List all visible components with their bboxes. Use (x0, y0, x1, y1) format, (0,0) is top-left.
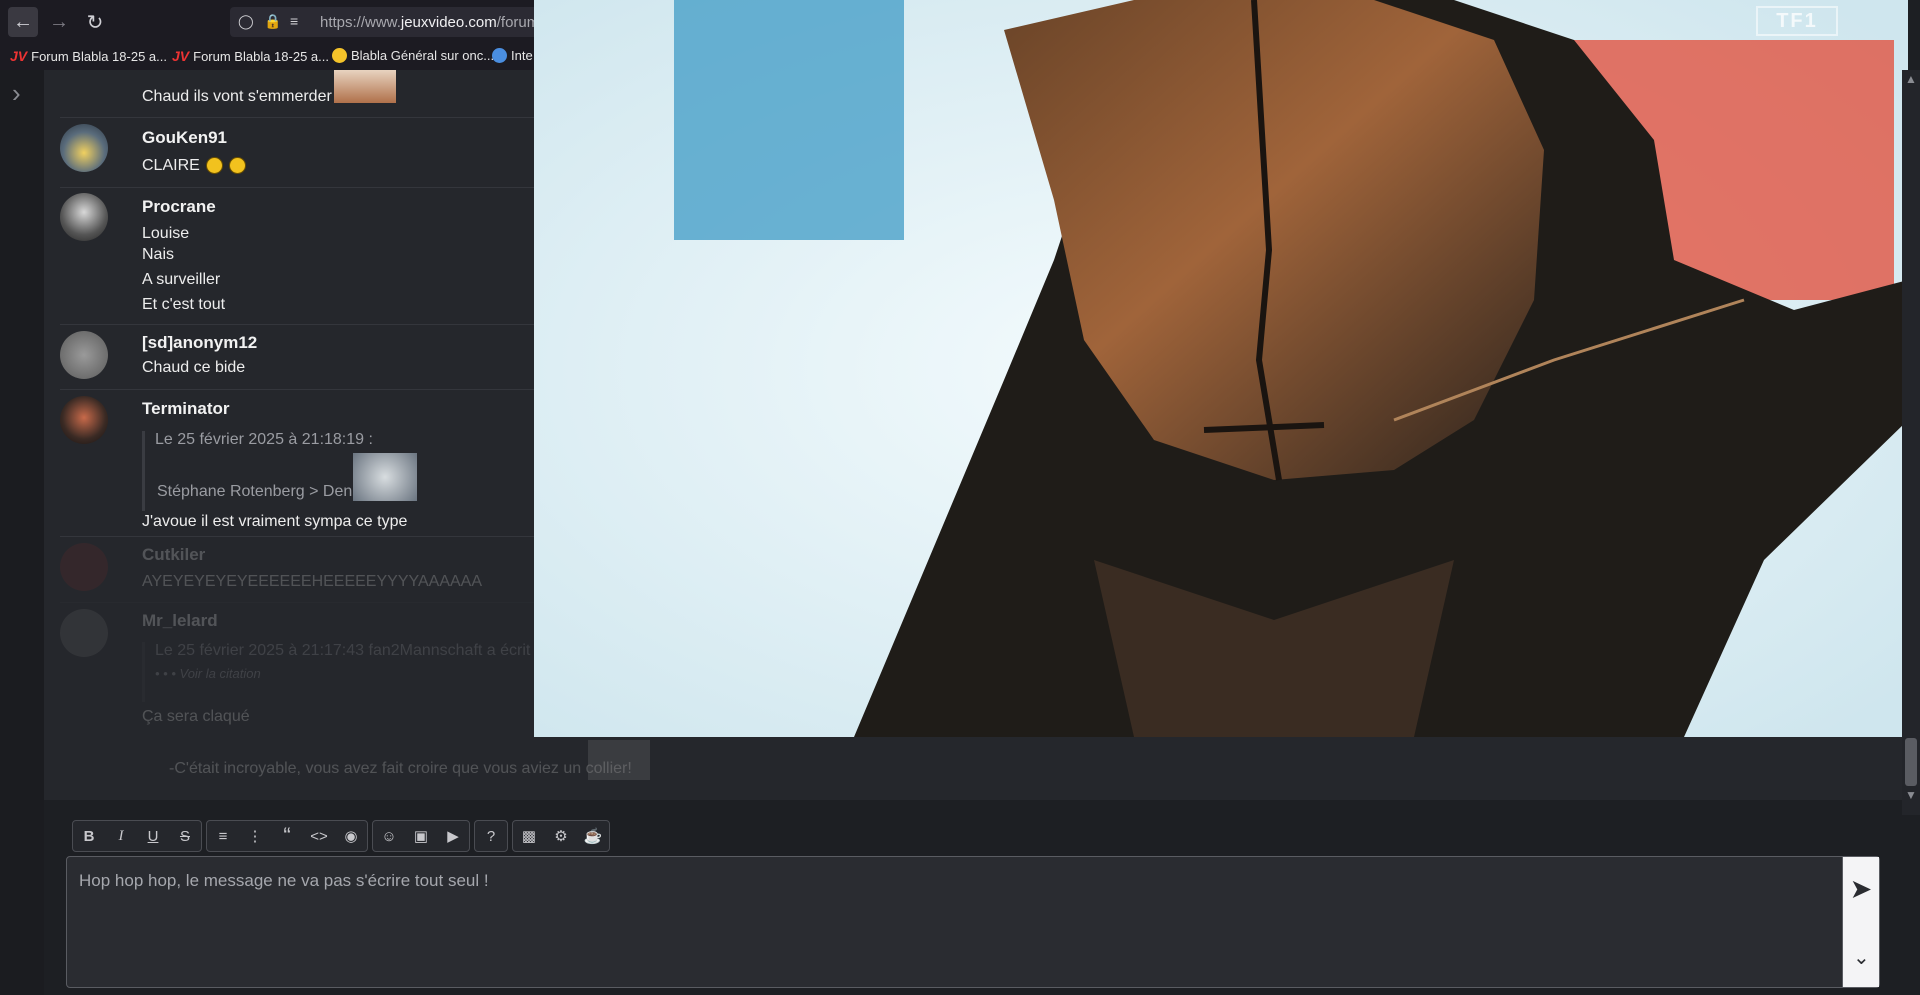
video-frame-image (534, 0, 1908, 737)
image-icon[interactable]: ▣ (405, 821, 437, 851)
avatar[interactable] (60, 396, 108, 444)
bookmark-label: Blabla Général sur onc... (351, 48, 495, 63)
help-group: ? (474, 820, 508, 852)
send-column: ➤ ⌄ (1842, 857, 1879, 987)
angry-emoji-icon (228, 157, 246, 175)
quote-link-text: Voir la citation (179, 666, 261, 681)
message-author[interactable]: GouKen91 (142, 128, 227, 148)
bullet-list-icon[interactable]: ≡ (207, 821, 239, 851)
message-line: Ça sera claqué (142, 708, 250, 725)
reload-icon: ↻ (86, 11, 104, 34)
message-author[interactable]: Cutkiler (142, 545, 205, 565)
message-author[interactable]: Terminator (142, 399, 230, 419)
send-icon[interactable]: ➤ (1851, 875, 1871, 904)
scrollbar-thumb[interactable] (1905, 738, 1917, 786)
chevron-down-icon[interactable]: ⌄ (1853, 945, 1870, 970)
side-rail: › (0, 70, 45, 995)
help-button[interactable]: ? (475, 821, 507, 851)
message-line: Louise (142, 225, 190, 242)
globe-icon (492, 48, 507, 63)
avatar[interactable] (60, 193, 108, 241)
jv-logo-icon: JV (172, 48, 190, 64)
spoiler-icon[interactable]: ◉ (335, 821, 367, 851)
url-text[interactable]: https://www.jeuxvideo.com/forums (320, 14, 547, 31)
caret-down-icon[interactable]: ▼ (1905, 788, 1917, 802)
arrow-left-icon: ← (13, 10, 33, 33)
bookmark-label: Forum Blabla 18-25 a... (31, 48, 167, 64)
editor-toolbar: B I U S ≡ ⋮ “ <> ◉ ☺ ▣ ▶ ? ▩ ⚙ ☕ (72, 820, 610, 852)
gear-icon[interactable]: ⚙ (545, 821, 577, 851)
chevron-right-icon[interactable]: › (12, 78, 21, 109)
message-line: CLAIRE (142, 157, 246, 175)
format-group: B I U S (72, 820, 202, 852)
shield-icon[interactable]: ◯ (238, 13, 254, 30)
italic-button[interactable]: I (105, 821, 137, 851)
numbered-list-icon[interactable]: ⋮ (239, 821, 271, 851)
quote-image (353, 453, 417, 501)
signature-image (588, 740, 650, 780)
forward-button[interactable]: → (44, 7, 74, 37)
message-author[interactable]: [sd]anonym12 (142, 333, 257, 353)
caret-up-icon[interactable]: ▲ (1905, 72, 1917, 86)
bookmark-item[interactable]: Inte (492, 48, 533, 63)
sticker-image (334, 70, 396, 103)
strikethrough-button[interactable]: S (169, 821, 201, 851)
message-line: Chaud ce bide (142, 359, 246, 376)
message-text: CLAIRE (142, 157, 200, 174)
browser-toolbar: ← → ↻ ◯ 🔒 ≡ https://www.jeuxvideo.com/fo… (0, 0, 547, 42)
arrow-right-icon: → (49, 10, 69, 33)
block-group: ≡ ⋮ “ <> ◉ (206, 820, 368, 852)
code-icon[interactable]: <> (303, 821, 335, 851)
bookmark-item[interactable]: Blabla Général sur onc... (332, 48, 494, 63)
quote-block: Le 25 février 2025 à 21:18:19 : Stéphane… (142, 431, 435, 511)
bookmark-item[interactable]: JV Forum Blabla 18-25 a... (172, 48, 329, 64)
message-signature: -C'était incroyable, vous avez fait croi… (169, 760, 632, 777)
angry-emoji-icon (205, 157, 223, 175)
back-button[interactable]: ← (8, 7, 38, 37)
reload-button[interactable]: ↻ (80, 7, 110, 37)
message-line: Et c'est tout (142, 296, 226, 313)
message-line: Nais (142, 246, 175, 263)
jv-logo-icon: JV (10, 48, 28, 64)
video-icon[interactable]: ▶ (437, 821, 469, 851)
url-domain: jeuxvideo.com (400, 14, 497, 31)
avatar[interactable] (60, 609, 108, 657)
coffee-icon[interactable]: ☕ (577, 821, 609, 851)
message-line: J'avoue il est vraiment sympa ce type (142, 513, 408, 530)
url-prefix: https://www. (320, 14, 401, 31)
bookmark-label: Inte (511, 48, 533, 63)
message-line: Chaud ils vont s'emmerder (142, 88, 332, 105)
avatar[interactable] (60, 543, 108, 591)
smiley-icon (332, 48, 347, 63)
message-author[interactable]: Procrane (142, 197, 216, 217)
address-bar[interactable]: ◯ 🔒 ≡ https://www.jeuxvideo.com/forums (230, 7, 547, 37)
media-group: ☺ ▣ ▶ (372, 820, 470, 852)
quote-text: Stéphane Rotenberg > Denis (157, 483, 364, 500)
avatar[interactable] (60, 124, 108, 172)
underline-button[interactable]: U (137, 821, 169, 851)
bookmarks-bar: JV Forum Blabla 18-25 a... JV Forum Blabla… (0, 42, 534, 70)
bookmark-item[interactable]: JV Forum Blabla 18-25 a... (10, 48, 167, 64)
preview-icon[interactable]: ▩ (513, 821, 545, 851)
page-scrollbar[interactable]: ▲ ▼ (1902, 70, 1920, 815)
smiley-icon[interactable]: ☺ (373, 821, 405, 851)
extra-group: ▩ ⚙ ☕ (512, 820, 610, 852)
video-player[interactable]: TF1 (534, 0, 1908, 737)
message-line: AYEYEYEYEYEEEEEEHEEEEEYYYYAAAAAA (142, 573, 483, 590)
bookmark-label: Forum Blabla 18-25 a... (193, 48, 329, 64)
quote-header: Le 25 février 2025 à 21:18:19 : (155, 431, 373, 448)
textarea-placeholder: Hop hop hop, le message ne va pas s'écri… (79, 871, 489, 890)
lock-icon[interactable]: 🔒 (264, 13, 281, 30)
avatar[interactable] (60, 331, 108, 379)
message-line: A surveiller (142, 271, 221, 288)
tf1-logo: TF1 (1756, 6, 1838, 36)
bold-button[interactable]: B (73, 821, 105, 851)
quote-icon[interactable]: “ (271, 821, 303, 851)
permissions-icon[interactable]: ≡ (290, 13, 298, 29)
message-textarea[interactable]: Hop hop hop, le message ne va pas s'écri… (66, 856, 1880, 988)
message-author[interactable]: Mr_lelard (142, 611, 218, 631)
reply-editor: B I U S ≡ ⋮ “ <> ◉ ☺ ▣ ▶ ? ▩ ⚙ ☕ Hop hop… (44, 800, 1902, 995)
